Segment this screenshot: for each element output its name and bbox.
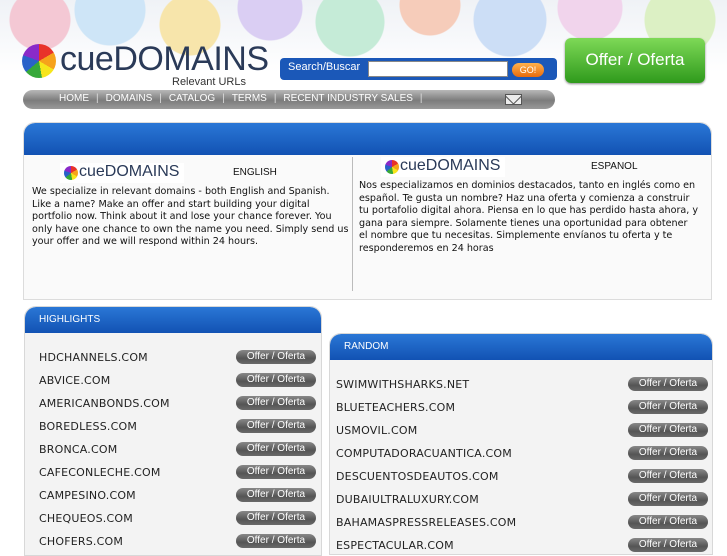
list-item: CAFECONLECHE.COM Offer / Oferta xyxy=(25,462,321,482)
offer-pill-button[interactable]: Offer / Oferta xyxy=(236,534,316,548)
domain-link[interactable]: USMOVIL.COM xyxy=(336,424,417,437)
offer-pill-button[interactable]: Offer / Oferta xyxy=(628,377,708,391)
offer-pill-button[interactable]: Offer / Oferta xyxy=(236,442,316,456)
domain-link[interactable]: COMPUTADORACUANTICA.COM xyxy=(336,447,512,460)
list-item: CHOFERS.COM Offer / Oferta xyxy=(25,531,321,551)
nav-separator: | xyxy=(419,93,423,104)
list-item: HDCHANNELS.COM Offer / Oferta xyxy=(25,347,321,367)
intro-english-text: We specialize in relevant domains - both… xyxy=(32,186,349,247)
domain-link[interactable]: SWIMWITHSHARKS.NET xyxy=(336,378,469,391)
offer-pill-button[interactable]: Offer / Oferta xyxy=(236,419,316,433)
offer-pill-button[interactable]: Offer / Oferta xyxy=(628,492,708,506)
envelope-icon[interactable] xyxy=(505,94,522,105)
random-panel: RANDOM SWIMWITHSHARKS.NET Offer / Oferta … xyxy=(329,333,713,555)
intro-english: cueDOMAINS ENGLISH We specialize in rele… xyxy=(28,157,350,291)
main-nav: HOME | DOMAINS | CATALOG | TERMS | RECEN… xyxy=(23,90,555,109)
logo-ball-icon xyxy=(64,166,78,180)
offer-pill-button[interactable]: Offer / Oferta xyxy=(628,446,708,460)
offer-pill-button[interactable]: Offer / Oferta xyxy=(628,423,708,437)
domain-link[interactable]: DESCUENTOSDEAUTOS.COM xyxy=(336,470,499,483)
domain-link[interactable]: BLUETEACHERS.COM xyxy=(336,401,455,414)
intro-english-label: ENGLISH xyxy=(233,167,277,178)
list-item: COMPUTADORACUANTICA.COM Offer / Oferta xyxy=(330,443,712,463)
list-item: AMERICANBONDS.COM Offer / Oferta xyxy=(25,393,321,413)
list-item: BOREDLESS.COM Offer / Oferta xyxy=(25,416,321,436)
offer-pill-button[interactable]: Offer / Oferta xyxy=(236,465,316,479)
offer-pill-button[interactable]: Offer / Oferta xyxy=(628,469,708,483)
list-item: USMOVIL.COM Offer / Oferta xyxy=(330,420,712,440)
list-item: CHEQUEOS.COM Offer / Oferta xyxy=(25,508,321,528)
offer-pill-button[interactable]: Offer / Oferta xyxy=(236,373,316,387)
offer-pill-button[interactable]: Offer / Oferta xyxy=(236,350,316,364)
intro-spanish: cueDOMAINS ESPANOL Nos especializamos en… xyxy=(352,157,703,291)
nav-home[interactable]: HOME xyxy=(53,93,95,107)
intro-logo-spanish: cueDOMAINS xyxy=(381,157,505,177)
domain-link[interactable]: CAMPESINO.COM xyxy=(39,489,136,502)
offer-pill-button[interactable]: Offer / Oferta xyxy=(236,396,316,410)
domain-link[interactable]: CHEQUEOS.COM xyxy=(39,512,133,525)
search-input[interactable] xyxy=(368,61,508,77)
intro-spanish-label: ESPANOL xyxy=(591,161,638,172)
logo-tagline: Relevant URLs xyxy=(172,76,246,88)
domain-link[interactable]: CAFECONLECHE.COM xyxy=(39,466,161,479)
random-title: RANDOM xyxy=(330,334,712,360)
list-item: BAHAMASPRESSRELEASES.COM Offer / Oferta xyxy=(330,512,712,532)
domain-link[interactable]: BOREDLESS.COM xyxy=(39,420,137,433)
offer-pill-button[interactable]: Offer / Oferta xyxy=(628,400,708,414)
list-item: CAMPESINO.COM Offer / Oferta xyxy=(25,485,321,505)
logo-ball-icon xyxy=(385,160,399,174)
list-item: DESCUENTOSDEAUTOS.COM Offer / Oferta xyxy=(330,466,712,486)
search-bar: Search/Buscar GO! xyxy=(280,58,557,80)
highlights-panel: HIGHLIGHTS HDCHANNELS.COM Offer / Oferta … xyxy=(24,306,322,556)
offer-pill-button[interactable]: Offer / Oferta xyxy=(628,515,708,529)
nav-recent-industry-sales[interactable]: RECENT INDUSTRY SALES xyxy=(277,93,418,107)
offer-pill-button[interactable]: Offer / Oferta xyxy=(628,538,708,552)
domain-link[interactable]: BRONCA.COM xyxy=(39,443,117,456)
site-logo[interactable]: cueDOMAINS Relevant URLs xyxy=(22,40,269,88)
list-item: BLUETEACHERS.COM Offer / Oferta xyxy=(330,397,712,417)
list-item: ABVICE.COM Offer / Oferta xyxy=(25,370,321,390)
domain-link[interactable]: HDCHANNELS.COM xyxy=(39,351,148,364)
nav-terms[interactable]: TERMS xyxy=(226,93,273,107)
list-item: DUBAIULTRALUXURY.COM Offer / Oferta xyxy=(330,489,712,509)
domain-link[interactable]: ESPECTACULAR.COM xyxy=(336,539,454,552)
highlights-title: HIGHLIGHTS xyxy=(25,307,321,333)
nav-catalog[interactable]: CATALOG xyxy=(163,93,221,107)
nav-domains[interactable]: DOMAINS xyxy=(100,93,159,107)
intro-panel: cueDOMAINS ENGLISH We specialize in rele… xyxy=(23,122,712,300)
offer-button[interactable]: Offer / Oferta xyxy=(565,38,705,83)
list-item: SWIMWITHSHARKS.NET Offer / Oferta xyxy=(330,374,712,394)
domain-link[interactable]: AMERICANBONDS.COM xyxy=(39,397,170,410)
search-label: Search/Buscar xyxy=(288,61,361,73)
domain-link[interactable]: DUBAIULTRALUXURY.COM xyxy=(336,493,479,506)
offer-pill-button[interactable]: Offer / Oferta xyxy=(236,488,316,502)
go-button[interactable]: GO! xyxy=(512,63,544,77)
list-item: ESPECTACULAR.COM Offer / Oferta xyxy=(330,535,712,554)
list-item: BRONCA.COM Offer / Oferta xyxy=(25,439,321,459)
domain-link[interactable]: CHOFERS.COM xyxy=(39,535,123,548)
logo-wordmark: cueDOMAINS xyxy=(60,40,269,78)
intro-header xyxy=(24,123,711,155)
logo-ball-icon xyxy=(22,44,56,78)
domain-link[interactable]: ABVICE.COM xyxy=(39,374,110,387)
offer-pill-button[interactable]: Offer / Oferta xyxy=(236,511,316,525)
intro-spanish-text: Nos especializamos en dominios destacado… xyxy=(359,180,699,254)
intro-logo-english: cueDOMAINS xyxy=(60,163,184,183)
domain-link[interactable]: BAHAMASPRESSRELEASES.COM xyxy=(336,516,516,529)
